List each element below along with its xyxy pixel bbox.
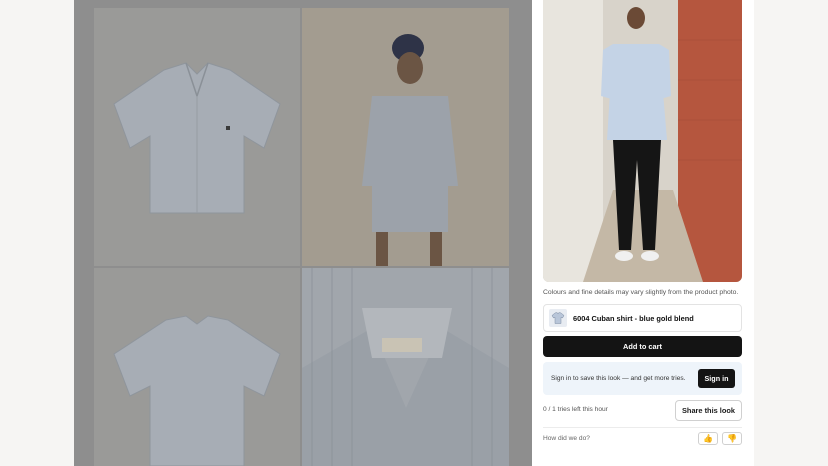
signin-prompt: Sign in to save this look — and get more… (551, 375, 686, 382)
shirt-back-illustration (113, 315, 281, 466)
shirt-front-illustration (113, 62, 281, 214)
tryon-panel: Colours and fine details may vary slight… (532, 0, 754, 466)
shirt-icon (549, 309, 567, 327)
add-to-cart-button[interactable]: Add to cart (543, 336, 742, 357)
sign-in-button[interactable]: Sign in (698, 369, 735, 388)
product-card[interactable]: 6004 Cuban shirt - blue gold blend (543, 304, 742, 332)
signin-banner: Sign in to save this look — and get more… (543, 362, 742, 395)
model-wearing-shirt-illustration (543, 0, 742, 282)
product-gallery-overlay[interactable] (74, 0, 532, 466)
collar-closeup-illustration (302, 268, 509, 466)
gallery-image-shirt-front (94, 8, 300, 266)
tryon-result-photo (543, 0, 742, 282)
feedback-prompt: How did we do? (543, 435, 590, 442)
color-disclaimer: Colours and fine details may vary slight… (543, 289, 739, 296)
tries-left-counter: 0 / 1 tries left this hour (543, 406, 608, 413)
gallery-image-collar-closeup (302, 268, 509, 466)
divider (543, 427, 742, 428)
thumbs-up-icon[interactable]: 👍 (698, 432, 718, 445)
gallery-image-shirt-back (94, 268, 300, 466)
model-photo-illustration (302, 8, 509, 266)
product-name: 6004 Cuban shirt - blue gold blend (573, 313, 694, 323)
thumbs-down-icon[interactable]: 👎 (722, 432, 742, 445)
share-look-button[interactable]: Share this look (675, 400, 742, 421)
gallery-image-model-front (302, 8, 509, 266)
